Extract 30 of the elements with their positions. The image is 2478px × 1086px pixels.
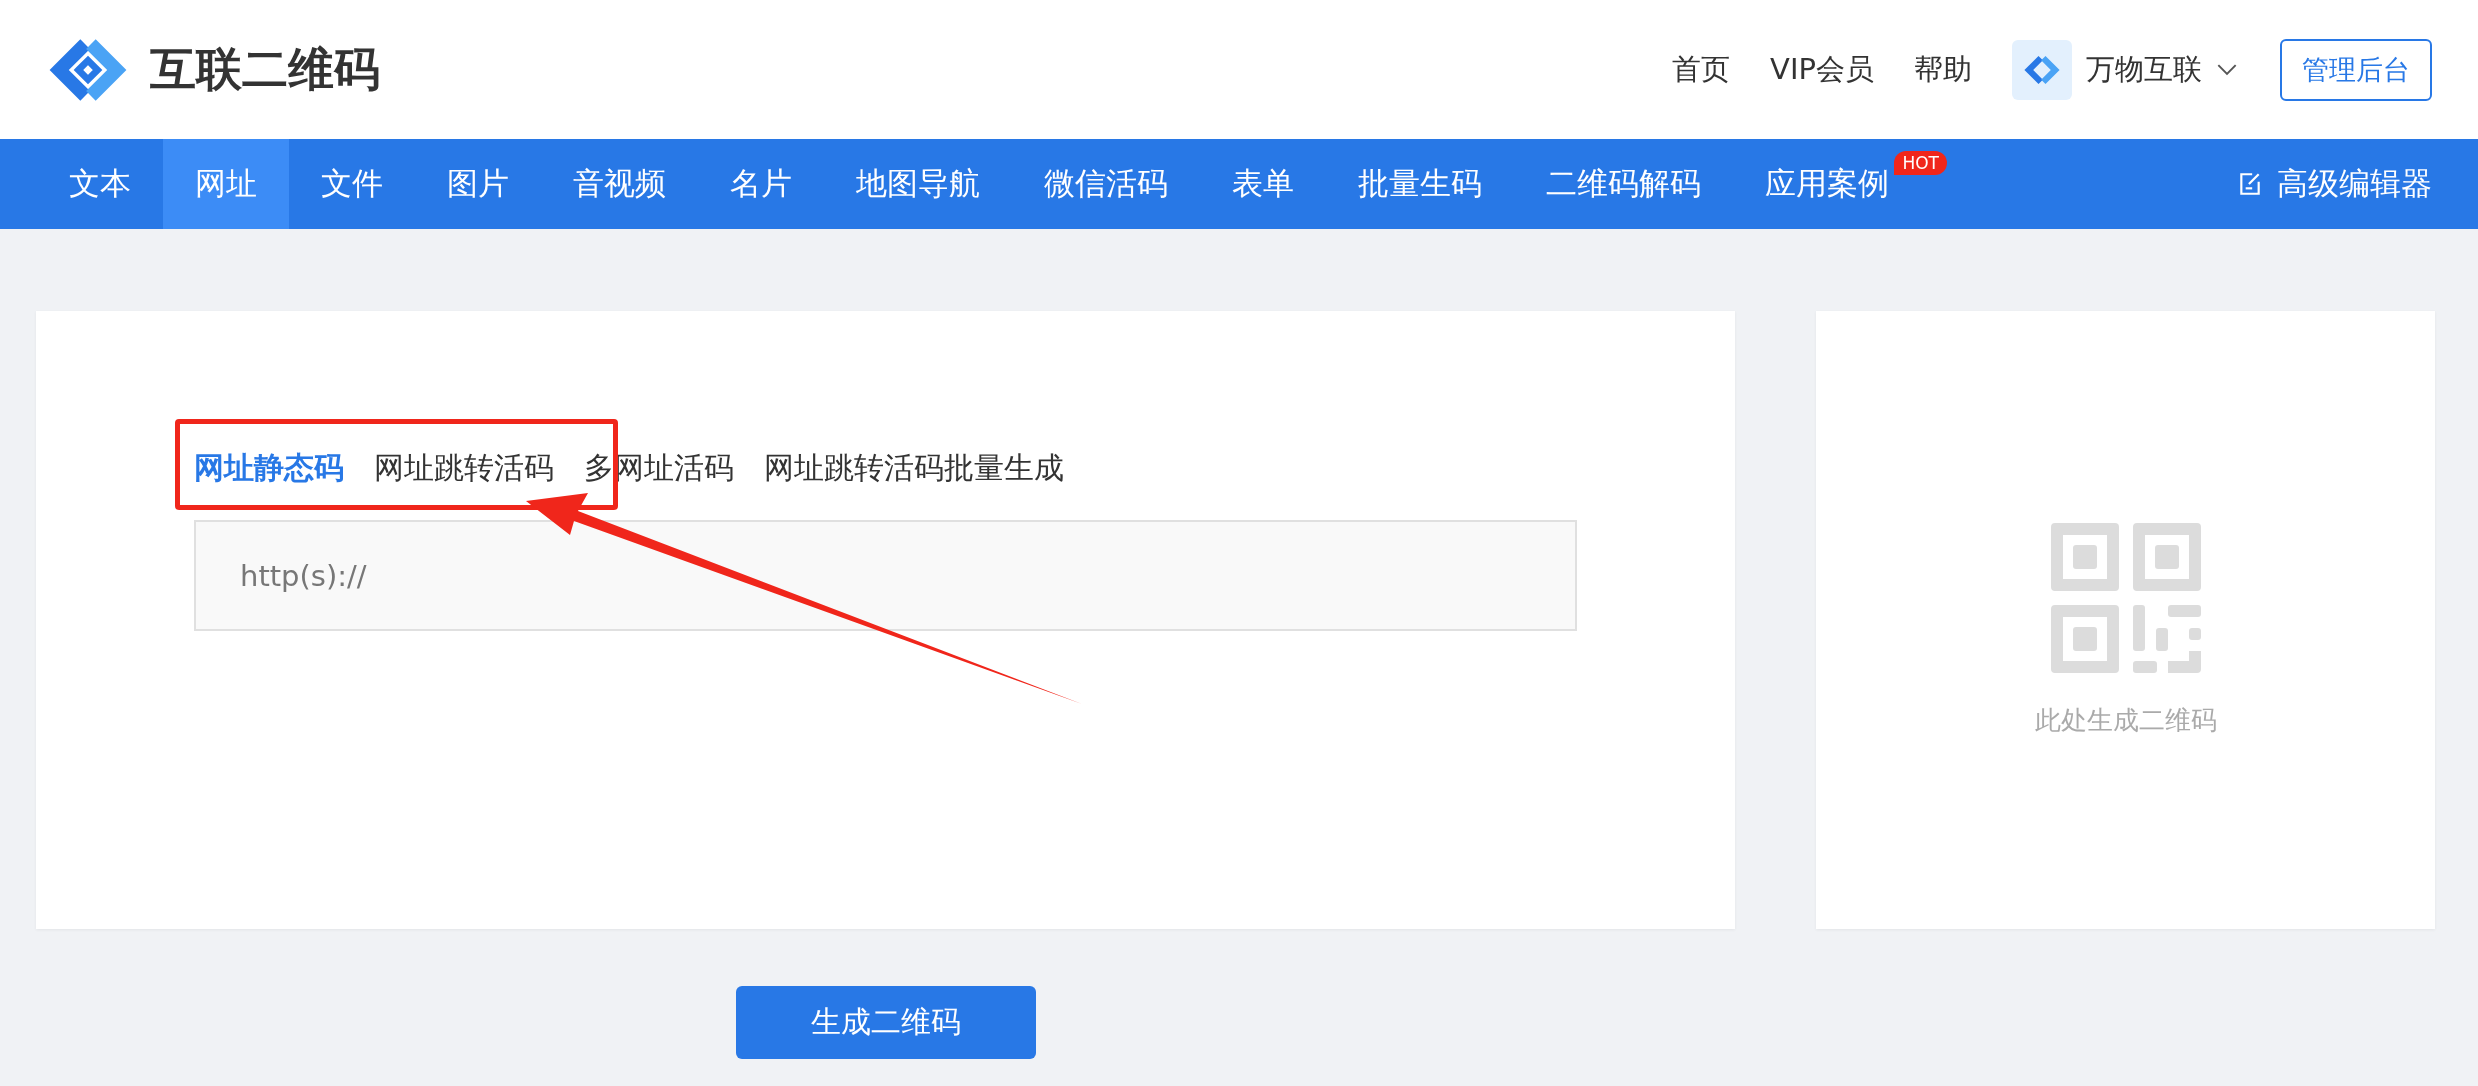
nav-tab[interactable]: 微信活码 bbox=[1012, 139, 1200, 229]
url-input[interactable]: http(s):// bbox=[194, 520, 1577, 631]
mode-tab[interactable]: 网址跳转活码 bbox=[374, 447, 554, 489]
mode-tab[interactable]: 网址跳转活码批量生成 bbox=[764, 447, 1064, 489]
nav-tab[interactable]: 文本 bbox=[37, 139, 163, 229]
account-avatar[interactable] bbox=[2012, 39, 2072, 100]
generate-button[interactable]: 生成二维码 bbox=[736, 986, 1036, 1059]
caret-icon[interactable] bbox=[2216, 63, 2238, 76]
header-link[interactable]: VIP会员 bbox=[1770, 49, 1874, 90]
nav-tab[interactable]: 地图导航 bbox=[824, 139, 1012, 229]
nav-tab[interactable]: 图片 bbox=[415, 139, 541, 229]
mode-tab[interactable]: 网址静态码 bbox=[194, 447, 344, 489]
preview-caption: 此处生成二维码 bbox=[2034, 703, 2217, 737]
account-name[interactable]: 万物互联 bbox=[2086, 49, 2202, 90]
edit-icon[interactable] bbox=[2237, 171, 2263, 197]
nav-tab[interactable]: 二维码解码 bbox=[1514, 139, 1733, 229]
nav-tab[interactable]: 批量生码 bbox=[1326, 139, 1514, 229]
nav-tab[interactable]: 网址 bbox=[163, 139, 289, 229]
nav-tab[interactable]: 文件 bbox=[289, 139, 415, 229]
nav-tab[interactable]: 表单 bbox=[1200, 139, 1326, 229]
header-link[interactable]: 首页 bbox=[1672, 49, 1731, 90]
admin-button[interactable]: 管理后台 bbox=[2280, 38, 2432, 101]
hot-badge: HOT bbox=[1894, 151, 1947, 175]
header-link[interactable]: 帮助 bbox=[1914, 49, 1972, 90]
qr-code-icon bbox=[2050, 522, 2201, 673]
nav-tab[interactable]: 应用案例 HOT bbox=[1733, 139, 1951, 229]
advanced-editor-link[interactable]: 高级编辑器 bbox=[2277, 163, 2432, 205]
nav-tab[interactable]: 名片 bbox=[698, 139, 824, 229]
logo-text: 互联二维码 bbox=[150, 40, 380, 98]
nav-tab[interactable]: 音视频 bbox=[541, 139, 698, 229]
